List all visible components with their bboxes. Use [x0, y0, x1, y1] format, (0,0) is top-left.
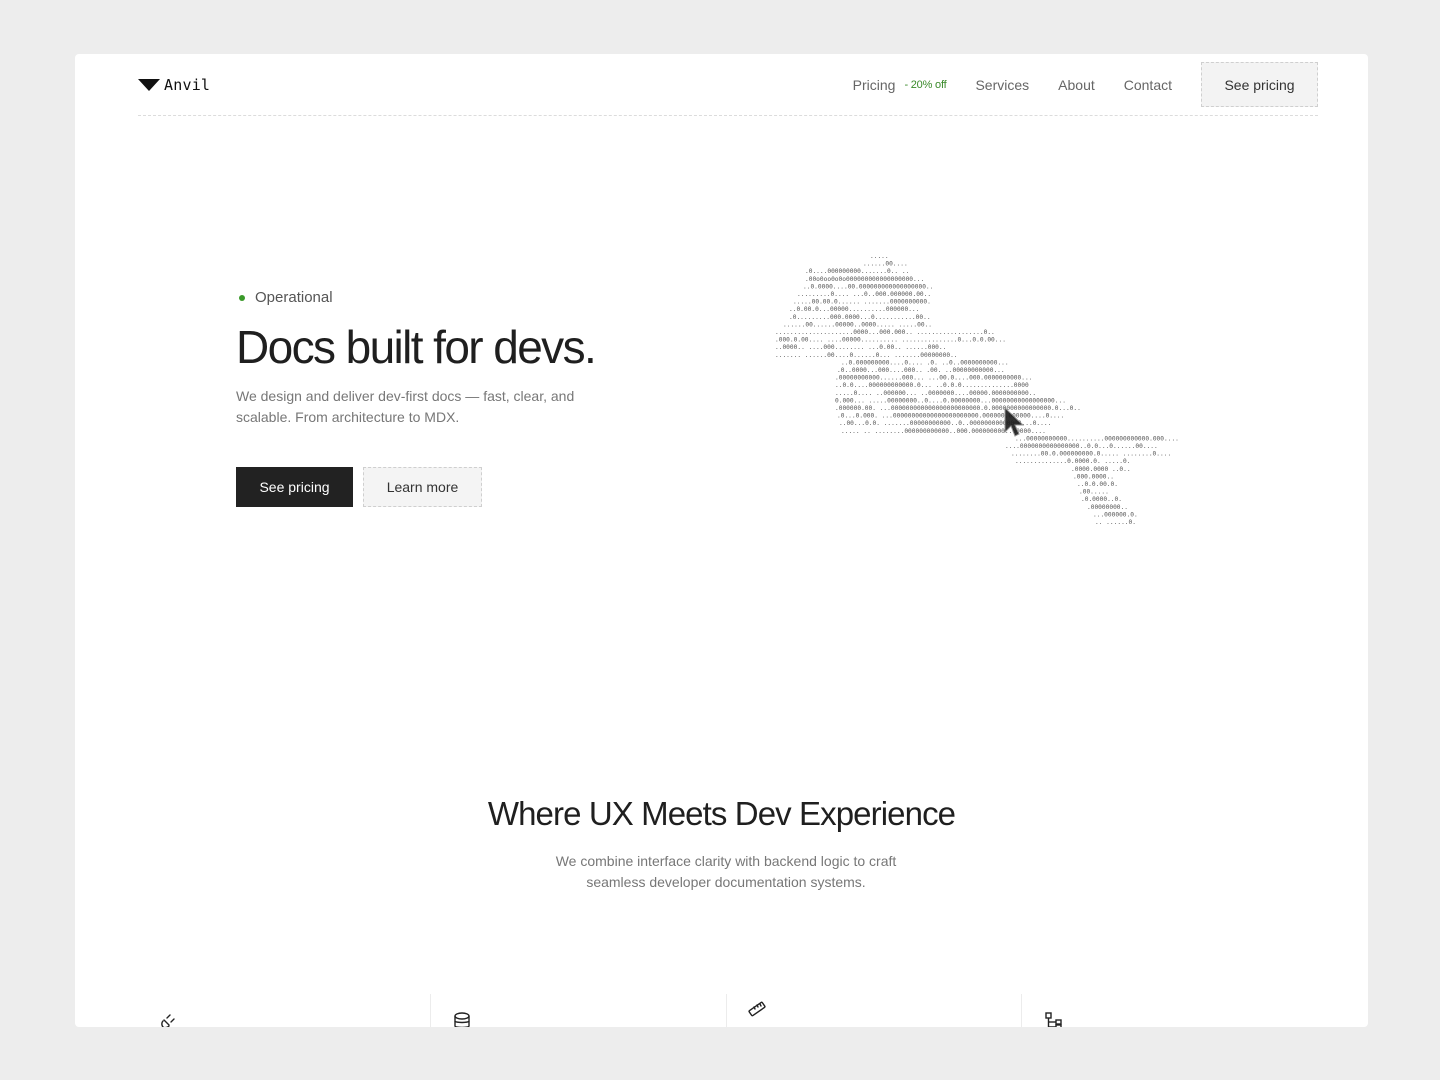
ascii-map-row: .. ......0.	[1095, 519, 1136, 526]
site-header: Anvil Pricing - 20% off Services About C…	[138, 54, 1318, 116]
hero-subtitle: We design and deliver dev-first docs — f…	[236, 388, 575, 425]
status-dot-icon	[239, 294, 245, 301]
ascii-map-row: .0..0000...000....000.. .00. ..000000000…	[837, 367, 1005, 374]
hero-learn-more-button[interactable]: Learn more	[363, 467, 482, 507]
ascii-map-row: .00o0oo0o0o000000000000000000...	[805, 276, 924, 283]
ascii-map-row: .0000.0000 ..0..	[1071, 466, 1131, 473]
hero-title: Docs built for devs.	[236, 321, 597, 373]
ascii-map-row: ....0000000000000000..0.0...0......00...…	[1005, 443, 1158, 450]
feature-divider	[726, 994, 727, 1027]
page-surface: Anvil Pricing - 20% off Services About C…	[75, 54, 1368, 1027]
status-indicator: Operational	[239, 289, 333, 306]
nav-services[interactable]: Services	[975, 77, 1029, 93]
discount-badge: - 20% off	[904, 78, 947, 91]
nav-about[interactable]: About	[1058, 77, 1095, 93]
ascii-map-row: .........0.... ...0..000.000000.00..	[797, 291, 931, 298]
hero-see-pricing-button[interactable]: See pricing	[236, 467, 353, 507]
ascii-map-row: ..0000.. ....000........ ...0.00.. .....…	[775, 344, 946, 351]
ascii-map-row: ..0.0....000000000000.0... ..0.0.0......…	[835, 382, 1029, 389]
ascii-map-row: .....00.00.0...... .......0000000000.	[793, 299, 931, 306]
brand-name: Anvil	[164, 76, 211, 94]
feature-divider	[430, 994, 431, 1027]
ascii-map-row: ..............0.0000.0. .....0.	[1015, 458, 1130, 465]
plug-icon	[161, 1014, 175, 1027]
ascii-map-row: ........00.0.000000000.0..... ........0.…	[1011, 451, 1171, 458]
ascii-map-row: 0.000... .....00000000..0....0.00000000.…	[835, 397, 1066, 404]
ascii-map-row: ..0.0000....00.000000000000000000..	[803, 283, 933, 290]
ascii-map-row: .000.0.00.... ....00000.......... ......…	[775, 337, 1006, 344]
ascii-map-row: ..0.00.0...00000..........000000...	[789, 306, 919, 313]
nav-pricing[interactable]: Pricing - 20% off	[853, 77, 947, 93]
triangle-logo-icon	[138, 79, 160, 91]
ascii-map-row: .0...0.000. ...00000000000000000000000.0…	[837, 413, 1064, 420]
ascii-map-row: .00.....	[1079, 489, 1109, 496]
ascii-map-row: .0.........000.0000...0...........00..	[789, 314, 931, 321]
nav-contact[interactable]: Contact	[1124, 77, 1172, 93]
ascii-map-row: ......00......00000..0000..... .....00..	[783, 321, 932, 328]
feature-divider	[1021, 994, 1022, 1027]
mouse-cursor-icon	[1004, 406, 1025, 437]
section-title: Where UX Meets Dev Experience	[487, 795, 956, 832]
ruler-icon	[748, 1001, 766, 1017]
ascii-map-row: ......00....	[863, 261, 908, 268]
section-subtitle: We combine interface clarity with backen…	[555, 853, 897, 890]
nav-see-pricing-button[interactable]: See pricing	[1201, 62, 1318, 107]
ascii-map-row: ....... ......00....0......0... .......0…	[775, 352, 958, 359]
ascii-map-row: .00000000000......000... ...00.0....000.…	[835, 375, 1032, 382]
database-icon	[454, 1012, 470, 1027]
ascii-world-map-illustration: ...........00.....0....000000000.......0…	[775, 253, 1179, 526]
brand[interactable]: Anvil	[138, 76, 210, 94]
ascii-map-row: ...00000000000..........000000000000.000…	[1015, 435, 1179, 442]
ascii-map-row: ..0.000000000....0.... .0. ..0..00000000…	[841, 359, 1009, 366]
feature-grid	[75, 994, 1368, 1027]
ascii-map-row: .0....000000000.......0.. ..	[805, 268, 909, 275]
ascii-map-row: .000000.00. ...000000000000000000000000.…	[835, 405, 1081, 412]
ascii-map-row: .0.0000..0.	[1081, 496, 1122, 503]
ascii-map-row: ...000000.0.	[1093, 511, 1138, 518]
nav-pricing-label: Pricing	[852, 76, 896, 93]
ascii-map-row: .000.0000..	[1073, 473, 1114, 480]
status-label: Operational	[255, 289, 333, 306]
ascii-map-row: .....................0000...000.000.. ..…	[775, 329, 995, 336]
main-nav: Pricing - 20% off Services About Contact…	[853, 62, 1318, 107]
ascii-map-row: .00000000..	[1087, 504, 1128, 511]
hierarchy-icon	[1045, 1012, 1062, 1027]
ascii-map-row: .....0.... ..000000... ..0000000....0000…	[835, 390, 1036, 397]
ascii-map-row: .....	[870, 253, 889, 260]
ascii-map-row: ..0.0.00.0.	[1077, 481, 1118, 488]
